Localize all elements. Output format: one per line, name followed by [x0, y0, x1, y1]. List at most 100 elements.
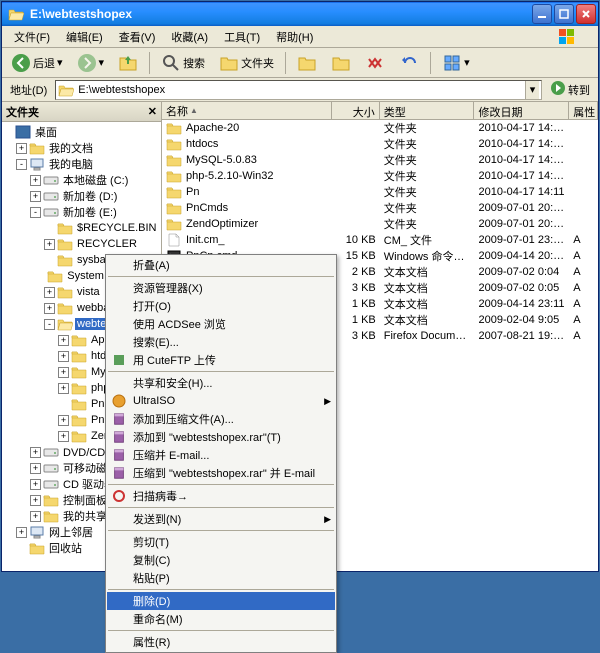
forward-button[interactable]: ▾	[72, 50, 110, 76]
context-menu-item[interactable]: 添加到压缩文件(A)...	[107, 410, 335, 428]
context-menu-item[interactable]: 复制(C)	[107, 551, 335, 569]
expand-icon[interactable]: +	[30, 191, 41, 202]
up-button[interactable]	[113, 50, 143, 76]
column-attr[interactable]: 属性	[569, 102, 598, 119]
context-menu-item[interactable]: 发送到(N)▶	[107, 510, 335, 528]
context-menu-item[interactable]: UltraISO▶	[107, 392, 335, 410]
delete-button[interactable]	[360, 50, 390, 76]
tree-node[interactable]: $RECYCLE.BIN	[2, 220, 161, 236]
maximize-button[interactable]	[554, 4, 574, 24]
context-menu-item[interactable]: 共享和安全(H)...	[107, 374, 335, 392]
file-row[interactable]: php-5.2.10-Win32文件夹2010-04-17 14:10	[162, 168, 598, 184]
expand-icon[interactable]: +	[44, 287, 55, 298]
collapse-icon[interactable]: -	[16, 159, 27, 170]
file-row[interactable]: htdocs文件夹2010-04-17 14:10	[162, 136, 598, 152]
copy-to-button[interactable]	[326, 50, 356, 76]
menu-label: 扫描病毒→	[133, 488, 188, 504]
context-menu-item[interactable]: 使用 ACDSee 浏览	[107, 315, 335, 333]
undo-button[interactable]	[394, 50, 424, 76]
context-menu-item[interactable]: 属性(R)	[107, 633, 335, 651]
column-size[interactable]: 大小	[332, 102, 380, 119]
tree-node[interactable]: +本地磁盘 (C:)	[2, 172, 161, 188]
context-menu-item[interactable]: 用 CuteFTP 上传	[107, 351, 335, 369]
expand-icon[interactable]: +	[16, 527, 27, 538]
file-row[interactable]: ZendOptimizer文件夹2009-07-01 20:14	[162, 216, 598, 232]
context-menu[interactable]: 折叠(A) 资源管理器(X)打开(O)使用 ACDSee 浏览搜索(E)...用 …	[105, 254, 337, 653]
expand-icon[interactable]: +	[58, 431, 69, 442]
tree-node[interactable]: -新加卷 (E:)	[2, 204, 161, 220]
context-menu-item[interactable]: 删除(D)	[107, 592, 335, 610]
expand-icon[interactable]: +	[44, 303, 55, 314]
file-size: 2 KB	[332, 266, 380, 278]
chevron-down-icon[interactable]: ▾	[525, 81, 539, 99]
column-type[interactable]: 类型	[380, 102, 475, 119]
close-pane-button[interactable]: ✕	[148, 105, 157, 118]
file-row[interactable]: Init.cm_10 KBCM_ 文件2009-07-01 23:52A	[162, 232, 598, 248]
move-to-button[interactable]	[292, 50, 322, 76]
column-name[interactable]: 名称▲	[162, 102, 332, 119]
menu-file[interactable]: 文件(F)	[6, 27, 58, 47]
context-menu-item[interactable]: 压缩并 E-mail...	[107, 446, 335, 464]
context-menu-item[interactable]: 折叠(A)	[107, 256, 335, 274]
expand-icon[interactable]: +	[30, 511, 41, 522]
folders-button[interactable]: 文件夹	[214, 50, 279, 76]
ultraiso-icon	[111, 393, 127, 409]
close-button[interactable]	[576, 4, 596, 24]
tree-node[interactable]: +RECYCLER	[2, 236, 161, 252]
menu-view[interactable]: 查看(V)	[111, 27, 164, 47]
expand-icon[interactable]: +	[58, 415, 69, 426]
tree-node[interactable]: + 我的文档	[2, 140, 161, 156]
context-menu-item[interactable]: 资源管理器(X)	[107, 279, 335, 297]
expand-icon[interactable]: +	[30, 175, 41, 186]
file-row[interactable]: Apache-20文件夹2010-04-17 14:10	[162, 120, 598, 136]
context-menu-item[interactable]: 搜索(E)...	[107, 333, 335, 351]
context-menu-item[interactable]: 重命名(M)	[107, 610, 335, 628]
expand-icon[interactable]: +	[58, 335, 69, 346]
minimize-button[interactable]	[532, 4, 552, 24]
context-menu-item[interactable]: 压缩到 "webtestshopex.rar" 并 E-mail	[107, 464, 335, 482]
rar-icon	[111, 465, 127, 481]
context-menu-item[interactable]: 剪切(T)	[107, 533, 335, 551]
file-attr: A	[569, 330, 598, 342]
context-menu-item[interactable]: 扫描病毒→	[107, 487, 335, 505]
expand-icon[interactable]: +	[58, 351, 69, 362]
expand-icon[interactable]: +	[44, 239, 55, 250]
tree-node[interactable]: +新加卷 (D:)	[2, 188, 161, 204]
file-row[interactable]: PnCmds文件夹2009-07-01 20:14	[162, 200, 598, 216]
views-button[interactable]: ▾	[437, 50, 475, 76]
expand-icon[interactable]: +	[58, 367, 69, 378]
collapse-icon[interactable]: -	[44, 319, 55, 330]
file-row[interactable]: Pn文件夹2010-04-17 14:11	[162, 184, 598, 200]
file-type: 文件夹	[380, 152, 475, 168]
menu-label: 搜索(E)...	[133, 334, 179, 350]
go-button[interactable]: 转到	[546, 80, 594, 99]
expand-icon[interactable]: +	[30, 447, 41, 458]
menu-favorites[interactable]: 收藏(A)	[163, 27, 216, 47]
column-date[interactable]: 修改日期	[474, 102, 569, 119]
context-menu-item[interactable]: 打开(O)	[107, 297, 335, 315]
back-button[interactable]: 后退 ▾	[6, 50, 68, 76]
address-input[interactable]: E:\webtestshopex ▾	[55, 80, 542, 100]
tree-node[interactable]: 桌面	[2, 124, 161, 140]
expand-icon[interactable]: +	[30, 479, 41, 490]
expand-icon[interactable]: +	[30, 463, 41, 474]
collapse-icon[interactable]: -	[30, 207, 41, 218]
search-button[interactable]: 搜索	[156, 50, 210, 76]
context-menu-item[interactable]: 添加到 "webtestshopex.rar"(T)	[107, 428, 335, 446]
menu-help[interactable]: 帮助(H)	[268, 27, 321, 47]
context-menu-item[interactable]: 粘贴(P)	[107, 569, 335, 587]
file-row[interactable]: MySQL-5.0.83文件夹2010-04-17 14:10	[162, 152, 598, 168]
titlebar[interactable]: E:\webtestshopex	[2, 2, 598, 26]
expand-icon[interactable]: +	[30, 495, 41, 506]
tree-label: 我的文档	[47, 140, 95, 156]
forward-icon	[77, 53, 97, 73]
expand-icon[interactable]: +	[16, 143, 27, 154]
folder-icon	[166, 169, 182, 183]
menu-separator	[108, 484, 334, 485]
menu-tools[interactable]: 工具(T)	[216, 27, 268, 47]
tree-node[interactable]: -我的电脑	[2, 156, 161, 172]
file-attr: A	[569, 250, 598, 262]
expand-icon[interactable]: +	[58, 383, 69, 394]
menu-edit[interactable]: 编辑(E)	[58, 27, 111, 47]
file-type: Firefox Document	[380, 330, 475, 342]
